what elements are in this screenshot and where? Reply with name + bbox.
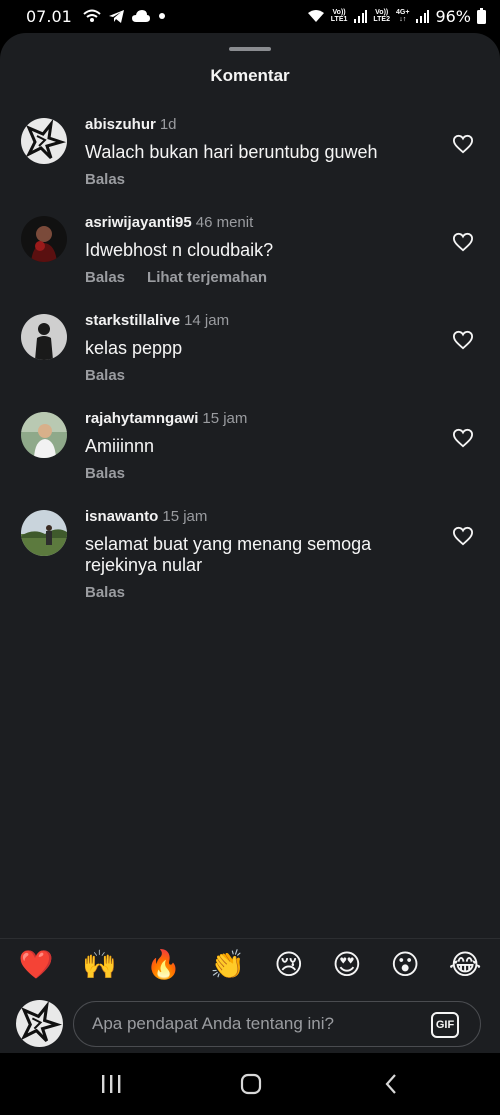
reply-button[interactable]: Balas	[85, 269, 125, 286]
reply-button[interactable]: Balas	[85, 584, 125, 601]
wifi-calling-icon	[83, 9, 101, 22]
like-heart-icon[interactable]	[452, 134, 474, 154]
status-right-icons: Vo)) LTE1 Vo)) LTE2 4G+ ↓↑ 96%	[307, 7, 486, 26]
drag-handle[interactable]	[229, 47, 271, 51]
comment-username[interactable]: isnawanto	[85, 508, 158, 525]
emoji-clapping[interactable]: 👏	[210, 949, 245, 981]
emoji-heart[interactable]: ❤️	[19, 949, 54, 981]
back-button[interactable]	[371, 1069, 411, 1099]
emoji-heart-eyes[interactable]: 😍	[332, 949, 361, 981]
recent-apps-icon	[102, 1075, 121, 1093]
avatar[interactable]	[21, 216, 67, 262]
comment-input[interactable]	[92, 1014, 412, 1034]
current-user-avatar	[16, 1000, 63, 1047]
battery-percent: 96%	[435, 6, 471, 26]
home-icon	[240, 1073, 262, 1095]
notification-dot-icon	[158, 13, 165, 19]
comment-username[interactable]: asriwijayanti95	[85, 214, 192, 231]
emoji-fire[interactable]: 🔥	[146, 949, 181, 981]
see-translation-button[interactable]: Lihat terjemahan	[147, 269, 267, 286]
wifi-icon	[307, 10, 324, 22]
status-left-icons	[82, 8, 167, 24]
sim1-label: Vo)) LTE1	[330, 9, 348, 23]
navigation-bar	[0, 1053, 500, 1115]
comments-sheet: Komentar abiszuhur 1d Walach bukan hari b…	[0, 33, 500, 1053]
like-heart-icon[interactable]	[452, 428, 474, 448]
recent-apps-button[interactable]	[91, 1069, 131, 1099]
signal-icon	[416, 10, 430, 23]
gif-button[interactable]: GIF	[431, 1012, 459, 1038]
status-time: 07.01	[26, 6, 72, 26]
comment-input-box: GIF	[73, 1001, 481, 1047]
like-heart-icon[interactable]	[452, 330, 474, 350]
comment-text: Amiiinnn	[85, 436, 155, 456]
reply-button[interactable]: Balas	[85, 465, 125, 482]
signal-icon	[354, 10, 368, 23]
back-icon	[385, 1074, 396, 1094]
like-heart-icon[interactable]	[452, 232, 474, 252]
comment-input-row: GIF	[0, 995, 500, 1051]
comment-body: rajahytamngawi 15 jam Amiiinnn Balas	[85, 410, 425, 482]
comment-username[interactable]: starkstillalive	[85, 312, 180, 329]
avatar[interactable]	[21, 510, 67, 556]
comment-body: starkstillalive 14 jam kelas peppp Balas	[85, 312, 425, 384]
comment-time: 46 menit	[195, 214, 254, 231]
comment-username[interactable]: abiszuhur	[85, 116, 156, 133]
sheet-title: Komentar	[210, 66, 290, 85]
battery-icon	[477, 8, 486, 24]
comment-body: asriwijayanti95 46 menit Idwebhost n clou…	[85, 214, 425, 286]
telegram-icon	[108, 9, 124, 23]
emoji-surprised[interactable]: 😮	[391, 949, 420, 981]
sim2-label: Vo)) LTE2	[373, 9, 390, 23]
comment-time: 14 jam	[184, 312, 230, 329]
comment-text: selamat buat yang menang semoga rejekiny…	[85, 534, 372, 575]
reply-button[interactable]: Balas	[85, 367, 125, 384]
like-heart-icon[interactable]	[452, 526, 474, 546]
comment-body: abiszuhur 1d Walach bukan hari beruntubg …	[85, 116, 425, 188]
comment-text: Walach bukan hari beruntubg guweh	[85, 142, 378, 162]
avatar[interactable]	[21, 314, 67, 360]
emoji-crying[interactable]: 😢	[274, 949, 303, 981]
emoji-laughing[interactable]: 😂	[449, 949, 482, 981]
emoji-raising-hands[interactable]: 🙌	[82, 949, 117, 981]
emoji-reaction-bar: ❤️ 🙌 🔥 👏 😢 😍 😮 😂	[0, 938, 500, 990]
home-button[interactable]	[231, 1069, 271, 1099]
status-bar: 07.01 Vo)) LTE1 Vo)) LTE2 4G+ ↓↑ 96%	[0, 0, 500, 32]
comment-time: 15 jam	[202, 410, 248, 427]
cloud-icon	[131, 10, 150, 22]
comment-time: 1d	[159, 116, 177, 133]
comment-text: kelas peppp	[85, 338, 183, 358]
network-type-label: 4G+ ↓↑	[396, 9, 410, 23]
comment-time: 15 jam	[162, 508, 208, 525]
reply-button[interactable]: Balas	[85, 171, 125, 188]
comment-body: isnawanto 15 jam selamat buat yang menang…	[85, 508, 425, 601]
avatar[interactable]	[21, 118, 67, 164]
comment-text: Idwebhost n cloudbaik?	[85, 240, 274, 260]
comment-username[interactable]: rajahytamngawi	[85, 410, 198, 427]
avatar[interactable]	[21, 412, 67, 458]
